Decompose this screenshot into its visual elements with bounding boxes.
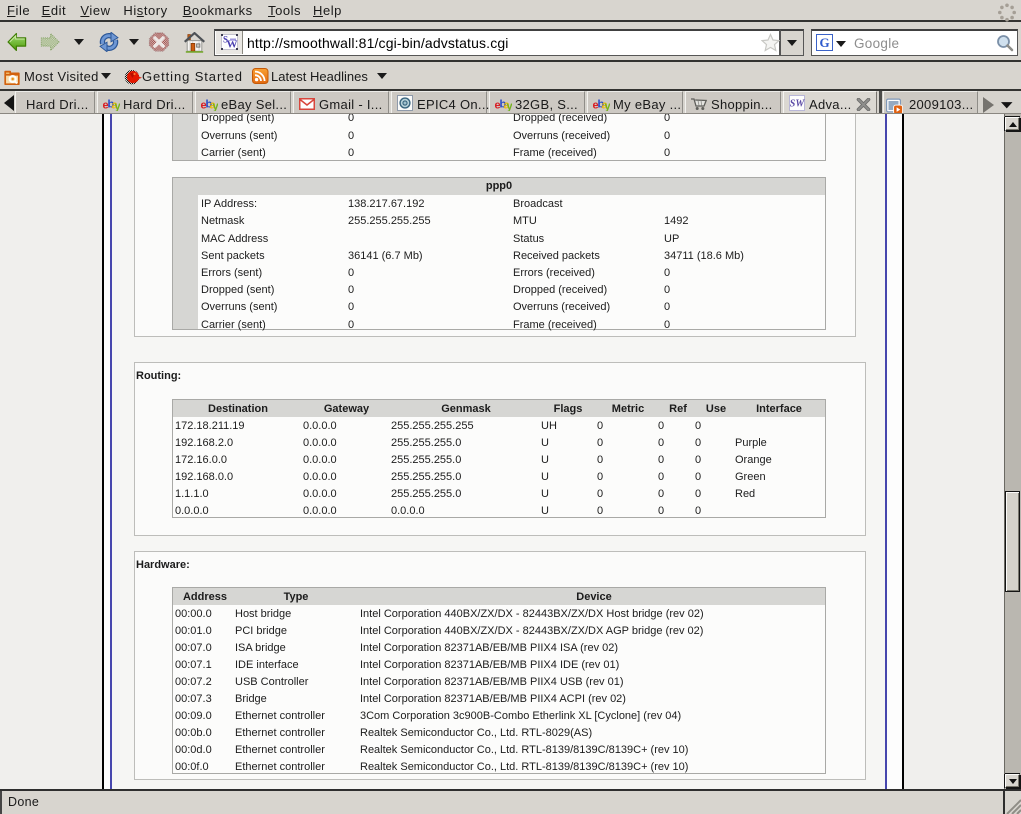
svg-text:y: y (115, 101, 121, 112)
svg-text:G: G (819, 35, 829, 50)
svg-text:y: y (605, 101, 611, 112)
svg-text:y: y (507, 101, 513, 112)
svg-text:y: y (213, 101, 219, 112)
svg-text:SW: SW (790, 99, 805, 110)
